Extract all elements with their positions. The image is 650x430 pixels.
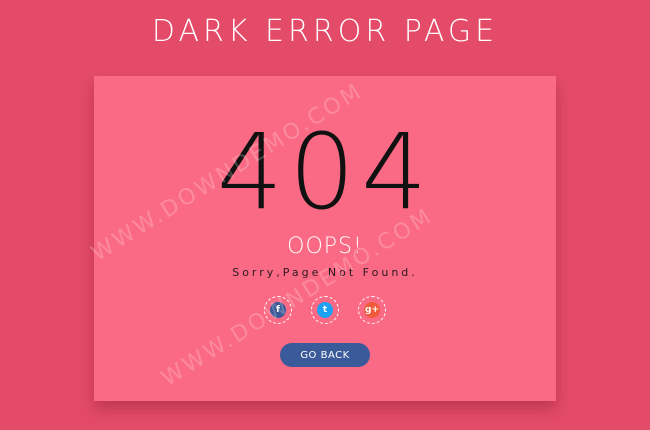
go-back-button[interactable]: GO BACK: [280, 343, 370, 367]
error-message: Sorry,Page Not Found.: [232, 266, 418, 279]
error-code: 404: [216, 111, 434, 233]
googleplus-icon: g+: [364, 302, 380, 318]
twitter-icon: t: [317, 302, 333, 318]
facebook-icon: f: [270, 302, 286, 318]
facebook-link[interactable]: f: [264, 296, 292, 324]
error-card: 404 OOPS! Sorry,Page Not Found. f t g+ G…: [94, 76, 556, 401]
googleplus-link[interactable]: g+: [358, 296, 386, 324]
page-title: DARK ERROR PAGE: [151, 14, 499, 49]
social-links: f t g+: [94, 296, 556, 324]
error-heading: OOPS!: [287, 234, 363, 259]
twitter-link[interactable]: t: [311, 296, 339, 324]
